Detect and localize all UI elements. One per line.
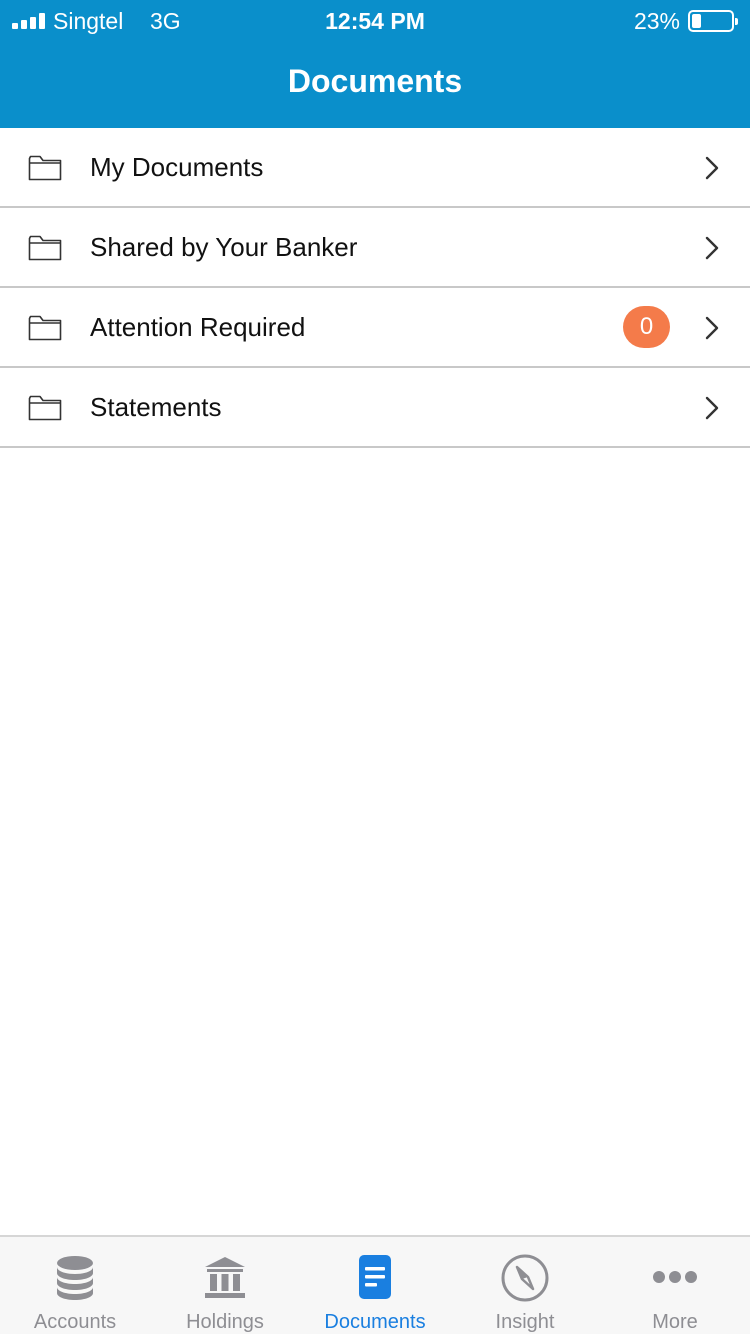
list-item-statements[interactable]: Statements bbox=[0, 368, 750, 448]
more-dots-icon bbox=[653, 1271, 697, 1283]
tab-label: Documents bbox=[324, 1311, 426, 1333]
list-item-shared-by-banker[interactable]: Shared by Your Banker bbox=[0, 208, 750, 288]
tab-label: Accounts bbox=[33, 1311, 117, 1333]
compass-icon bbox=[501, 1254, 549, 1302]
list-item-label: Shared by Your Banker bbox=[90, 232, 358, 262]
page-title: Documents bbox=[287, 63, 463, 99]
folder-icon bbox=[28, 155, 62, 181]
folder-icon bbox=[28, 395, 62, 421]
tab-holdings[interactable]: Holdings bbox=[150, 1237, 300, 1334]
folder-icon bbox=[28, 235, 62, 261]
tab-label: Insight bbox=[495, 1311, 555, 1333]
tab-bar: Accounts Holdings Documents Insight More bbox=[0, 1235, 750, 1334]
header: Singtel 3G 12:54 PM 23% Documents bbox=[0, 0, 750, 128]
status-bar: Singtel 3G 12:54 PM 23% bbox=[0, 0, 750, 40]
list-item-my-documents[interactable]: My Documents bbox=[0, 128, 750, 208]
list-item-label: Statements bbox=[90, 392, 222, 422]
battery-icon bbox=[688, 10, 738, 32]
tab-more[interactable]: More bbox=[600, 1237, 750, 1334]
list-item-label: Attention Required bbox=[90, 312, 306, 342]
documents-list: My Documents Shared by Your Banker Atten… bbox=[0, 128, 750, 448]
list-item-attention-required[interactable]: Attention Required 0 bbox=[0, 288, 750, 368]
tab-accounts[interactable]: Accounts bbox=[0, 1237, 150, 1334]
tab-insight[interactable]: Insight bbox=[450, 1237, 600, 1334]
battery-percent: 23% bbox=[633, 8, 680, 34]
count-badge: 0 bbox=[623, 306, 670, 348]
chevron-right-icon bbox=[705, 396, 719, 420]
tab-documents[interactable]: Documents bbox=[300, 1237, 450, 1334]
database-icon bbox=[57, 1256, 93, 1300]
folder-icon bbox=[28, 315, 62, 341]
tab-label: More bbox=[652, 1311, 698, 1333]
document-icon bbox=[359, 1255, 391, 1299]
chevron-right-icon bbox=[705, 156, 719, 180]
bank-icon bbox=[205, 1257, 245, 1298]
chevron-right-icon bbox=[705, 236, 719, 260]
chevron-right-icon bbox=[705, 316, 719, 340]
tab-label: Holdings bbox=[186, 1311, 264, 1333]
list-item-label: My Documents bbox=[90, 152, 264, 182]
